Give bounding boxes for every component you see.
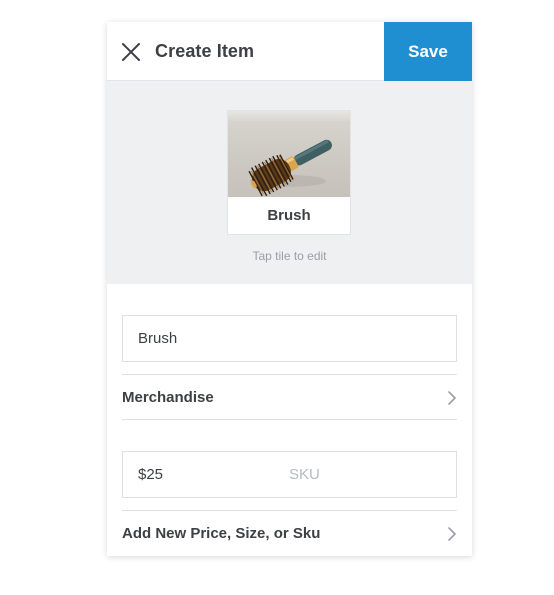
tile-hint: Tap tile to edit	[252, 249, 327, 263]
item-tile-section: Brush Tap tile to edit	[107, 81, 472, 284]
category-row[interactable]: Merchandise	[122, 374, 457, 420]
sku-input[interactable]	[289, 452, 449, 497]
item-name-input[interactable]	[122, 315, 457, 362]
close-button[interactable]	[119, 40, 143, 64]
add-variant-label: Add New Price, Size, or Sku	[122, 525, 321, 542]
brush-photo	[228, 111, 350, 197]
category-label: Merchandise	[122, 389, 214, 406]
create-item-panel: Create Item Save Brush Tap tile to edit …	[107, 22, 472, 556]
add-variant-row[interactable]: Add New Price, Size, or Sku	[122, 510, 457, 556]
chevron-right-icon	[448, 527, 456, 541]
header-bar: Create Item Save	[107, 22, 472, 81]
chevron-right-icon	[448, 391, 456, 405]
item-tile[interactable]: Brush	[228, 111, 350, 234]
close-icon	[122, 43, 140, 61]
page-title: Create Item	[155, 41, 255, 61]
price-sku-field	[122, 451, 457, 498]
save-button[interactable]: Save	[384, 22, 472, 81]
price-input[interactable]	[123, 452, 273, 497]
tile-label: Brush	[267, 207, 311, 224]
